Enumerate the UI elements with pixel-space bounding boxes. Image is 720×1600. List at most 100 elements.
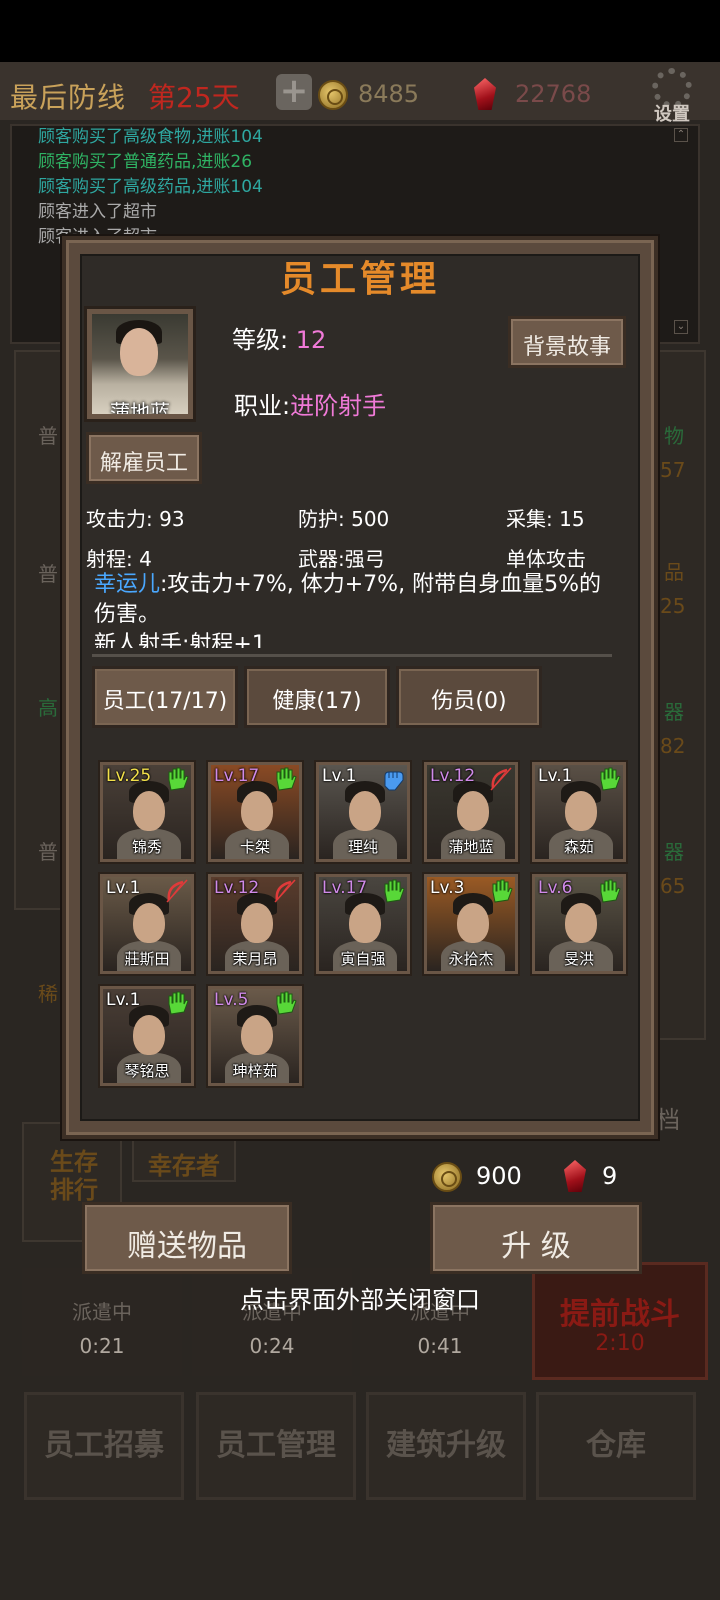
employee-name: 森茹	[563, 838, 594, 856]
gift-items-button[interactable]: 赠送物品	[82, 1202, 292, 1274]
tab-injured[interactable]: 伤员(0)	[396, 666, 542, 728]
upgrade-coin-cost: 900	[476, 1162, 522, 1190]
divider	[92, 654, 612, 657]
add-currency-button[interactable]: +	[276, 74, 312, 110]
portrait-image: 蒲地蓝	[92, 314, 188, 414]
tab-staff-management[interactable]: 员工管理	[196, 1392, 356, 1500]
archive-button[interactable]: 档	[656, 1100, 680, 1135]
red-bow-icon	[165, 878, 189, 904]
skill2-text: 新人射手:射程+1	[94, 632, 266, 648]
building-value: 57	[660, 458, 686, 482]
fire-employee-label: 解雇员工	[99, 451, 188, 476]
settings-button[interactable]: 设置	[644, 66, 700, 125]
green-hand-icon	[597, 766, 621, 792]
employee-card[interactable]: Lv.1 莊斯田	[98, 872, 196, 976]
employee-level: Lv.1	[322, 766, 357, 786]
selected-employee-name: 蒲地蓝	[110, 400, 170, 414]
employee-card[interactable]: Lv.5 珅梓茹	[206, 984, 304, 1088]
employee-level: Lv.17	[214, 766, 260, 786]
employee-name: 旻洪	[563, 950, 594, 968]
employee-face	[133, 903, 165, 943]
dispatch-timer: 0:41	[417, 1334, 463, 1358]
fire-employee-button[interactable]: 解雇员工	[86, 432, 202, 484]
employee-portrait: Lv.6 旻洪	[535, 877, 623, 971]
defense-stat: 防护: 500	[298, 507, 390, 531]
level-label: 等级:	[232, 326, 296, 354]
scroll-up-icon[interactable]: ⌃	[674, 128, 688, 142]
employee-card[interactable]: Lv.6 旻洪	[530, 872, 628, 976]
employee-face	[241, 791, 273, 831]
close-hint: 点击界面外部关闭窗口	[240, 1286, 480, 1314]
employee-name: 琴铭思	[124, 1062, 170, 1080]
employee-level: Lv.17	[322, 878, 368, 898]
employee-name: 蒲地蓝	[448, 838, 494, 856]
skill-text: 幸运儿:攻击力+7%, 体力+7%, 附带自身血量5%的伤害。 新人射手:射程+…	[94, 570, 614, 648]
log-line: 顾客购买了普通药品,进账26	[38, 152, 253, 172]
employee-face	[349, 791, 381, 831]
tab-healthy[interactable]: 健康(17)	[244, 666, 390, 728]
employee-face	[565, 791, 597, 831]
building-label: 器	[664, 700, 684, 724]
background-story-button[interactable]: 背景故事	[508, 316, 626, 368]
log-line: 顾客购买了高级药品,进账104	[38, 177, 263, 197]
employee-card[interactable]: Lv.1 森茹	[530, 760, 628, 864]
employee-card[interactable]: Lv.17 卡桀	[206, 760, 304, 864]
tab-employees[interactable]: 员工(17/17)	[92, 666, 238, 728]
job-label: 职业:	[234, 392, 291, 420]
employee-portrait: Lv.1 森茹	[535, 765, 623, 859]
coin-icon	[432, 1162, 462, 1192]
employee-name: 永拾杰	[448, 950, 494, 968]
scroll-down-icon[interactable]: ⌄	[674, 320, 688, 334]
employee-level: Lv.1	[106, 878, 141, 898]
employee-portrait: Lv.1 理纯	[319, 765, 407, 859]
portrait-face	[120, 328, 158, 376]
employee-card[interactable]: Lv.12 茉月昂	[206, 872, 304, 976]
upgrade-button[interactable]: 升 级	[430, 1202, 642, 1274]
building-value: 25	[660, 594, 686, 618]
employee-card[interactable]: Lv.17 寅自强	[314, 872, 412, 976]
log-scrollbar[interactable]: ⌃ ⌄	[672, 126, 692, 340]
tab-warehouse[interactable]: 仓库	[536, 1392, 696, 1500]
building-label: 普	[38, 840, 58, 864]
building-label: 品	[664, 560, 684, 584]
early-battle-timer: 2:10	[595, 1331, 645, 1356]
upgrade-label: 升 级	[501, 1229, 571, 1264]
green-hand-icon	[165, 990, 189, 1016]
level-value: 12	[295, 326, 327, 354]
employee-card[interactable]: Lv.1 理纯	[314, 760, 412, 864]
gem-count: 22768	[515, 80, 592, 108]
employee-level: Lv.1	[106, 990, 141, 1010]
employee-card[interactable]: Lv.1 琴铭思	[98, 984, 196, 1088]
survival-rank-label: 生存排行	[50, 1148, 98, 1204]
employee-name: 卡桀	[239, 838, 270, 856]
employee-card[interactable]: Lv.3 永拾杰	[422, 872, 520, 976]
building-value: 82	[660, 734, 686, 758]
employee-card[interactable]: Lv.25 锦秀	[98, 760, 196, 864]
employee-level: Lv.25	[106, 766, 152, 786]
day-counter: 第25天	[148, 81, 240, 114]
employee-portrait: Lv.12 蒲地蓝	[427, 765, 515, 859]
tab-building-upgrade[interactable]: 建筑升级	[366, 1392, 526, 1500]
game-title: 最后防线	[10, 81, 127, 114]
employee-card[interactable]: Lv.12 蒲地蓝	[422, 760, 520, 864]
skill-description-box[interactable]: 幸运儿:攻击力+7%, 体力+7%, 附带自身血量5%的伤害。 新人射手:射程+…	[90, 568, 620, 648]
gift-items-label: 赠送物品	[127, 1229, 247, 1264]
green-hand-icon	[381, 878, 405, 904]
building-label: 物	[664, 424, 684, 448]
employee-name: 理纯	[347, 838, 378, 856]
employee-level: Lv.5	[214, 990, 249, 1010]
employee-face	[133, 791, 165, 831]
gather-stat: 采集: 15	[506, 507, 585, 531]
employee-level: Lv.3	[430, 878, 465, 898]
employee-face	[457, 903, 489, 943]
employee-portrait: Lv.12 茉月昂	[211, 877, 299, 971]
employee-level: Lv.6	[538, 878, 573, 898]
employee-portrait: Lv.17 卡桀	[211, 765, 299, 859]
employee-face	[349, 903, 381, 943]
building-value: 65	[660, 874, 686, 898]
tab-recruit[interactable]: 员工招募	[24, 1392, 184, 1500]
settings-label: 设置	[654, 104, 690, 125]
log-line: 顾客购买了高级食物,进账104	[38, 127, 263, 147]
employee-level: Lv.1	[538, 766, 573, 786]
tab-healthy-label: 健康(17)	[272, 689, 362, 714]
